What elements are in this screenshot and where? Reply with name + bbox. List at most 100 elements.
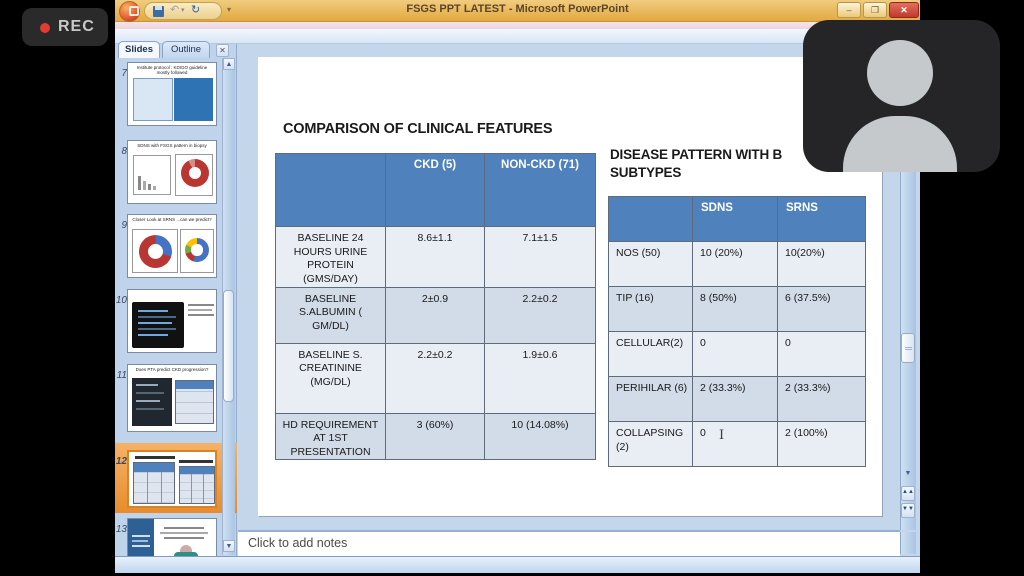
clinical-features-table[interactable]: CKD (5)NON-CKD (71)BASELINE 24 HOURS URI…	[275, 153, 596, 460]
slide-thumbnail-7[interactable]: Institute protocol : KDIGO guideline mos…	[127, 62, 217, 126]
mini-donut-frame	[132, 229, 178, 273]
data-cell: 10 (20%)	[693, 242, 778, 287]
slide-thumbnail-12-current[interactable]	[127, 450, 217, 508]
slides-panel: Slides Outline ✕ 7 Institute protocol : …	[115, 44, 237, 556]
mini-text-line	[164, 527, 204, 529]
title-bar[interactable]: FSGS PPT LATEST - Microsoft PowerPoint ↶…	[115, 0, 920, 22]
data-cell: 7.1±1.5	[485, 227, 596, 288]
mini-bar-chart	[133, 155, 171, 195]
column-header	[276, 154, 386, 227]
slide-title-clinical[interactable]: COMPARISON OF CLINICAL FEATURES	[283, 121, 552, 137]
data-cell: 6 (37.5%)	[778, 287, 866, 332]
data-cell: 2 (33.3%)	[778, 377, 866, 422]
recording-badge: REC	[22, 8, 108, 46]
next-slide-button[interactable]: ▼▼	[901, 503, 915, 518]
notes-scrollbar[interactable]	[900, 532, 916, 554]
editor-scrollbar-thumb[interactable]	[901, 333, 915, 363]
mini-title-line	[179, 460, 213, 463]
data-cell: 2 (100%)	[778, 422, 866, 467]
row-label: COLLAPSING (2)	[609, 422, 693, 467]
disease-pattern-table[interactable]: SDNSSRNS NOS (50)10 (20%)10(20%)TIP (16)8…	[608, 196, 866, 467]
person-silhouette-head	[867, 40, 933, 106]
close-button[interactable]: ✕	[889, 2, 919, 18]
column-header	[609, 197, 693, 242]
data-cell: 0	[693, 422, 778, 467]
customize-toolbar-icon[interactable]: ▾	[227, 5, 231, 14]
data-cell: 0	[693, 332, 778, 377]
mini-blue-table	[175, 380, 214, 424]
row-label: PERIHILAR (6)	[609, 377, 693, 422]
mini-table-left	[133, 78, 173, 121]
mini-donut-frame	[180, 229, 214, 273]
thumbnail-number: 13	[115, 524, 127, 535]
scroll-up-icon[interactable]: ▲	[223, 58, 235, 70]
redo-icon[interactable]: ↻	[191, 3, 200, 17]
webcam-overlay	[803, 20, 1000, 172]
mini-donut-frame	[175, 154, 213, 196]
restore-button[interactable]: ❐	[863, 2, 887, 18]
row-label: BASELINE S.ALBUMIN ( GM/DL)	[276, 287, 386, 343]
row-label: TIP (16)	[609, 287, 693, 332]
panel-close-icon[interactable]: ✕	[216, 44, 229, 57]
row-label: CELLULAR(2)	[609, 332, 693, 377]
table-row: BASELINE 24 HOURS URINE PROTEIN (GMS/DAY…	[276, 227, 596, 288]
thumbnail-title: Closer Look at SRNS ...can we predict?	[132, 217, 212, 222]
screen: FSGS PPT LATEST - Microsoft PowerPoint ↶…	[0, 0, 1024, 576]
status-bar: Slide 12 of 16 "Office Theme" English (I…	[115, 556, 920, 573]
thumbnails-scrollbar-thumb[interactable]	[223, 290, 234, 402]
person-silhouette-body	[843, 116, 957, 172]
data-cell: 1.9±0.6	[485, 343, 596, 413]
header-row: CKD (5)NON-CKD (71)	[276, 154, 596, 227]
table-row: COLLAPSING (2)02 (100%)	[609, 422, 866, 467]
undo-dropdown-icon[interactable]: ▾	[181, 6, 185, 14]
mini-title-line	[135, 456, 175, 459]
undo-icon[interactable]: ↶	[170, 3, 179, 17]
office-logo-icon	[129, 6, 139, 16]
thumbnail-title: SDNS with FSGS pattern in biopsy	[132, 143, 212, 148]
thumbnail-number: 9	[115, 220, 127, 231]
mini-text-line	[188, 304, 214, 306]
data-cell: 2.2±0.2	[386, 343, 485, 413]
window-title: FSGS PPT LATEST - Microsoft PowerPoint	[115, 3, 920, 15]
column-header: CKD (5)	[386, 154, 485, 227]
thumbnail-number: 8	[115, 146, 127, 157]
office-button[interactable]	[119, 1, 140, 22]
save-icon[interactable]	[153, 6, 164, 17]
slide-thumbnail-11[interactable]: Does PTA predict CKD progression?	[127, 364, 217, 432]
data-cell: 8.6±1.1	[386, 227, 485, 288]
thumbnail-title: Does PTA predict CKD progression?	[132, 367, 212, 372]
data-cell: 10 (14.08%)	[485, 413, 596, 460]
powerpoint-window: FSGS PPT LATEST - Microsoft PowerPoint ↶…	[115, 0, 920, 573]
scroll-down-icon[interactable]: ▼	[223, 540, 235, 552]
data-cell: 10(20%)	[778, 242, 866, 287]
data-cell: 3 (60%)	[386, 413, 485, 460]
mini-text-line	[160, 532, 208, 534]
tab-slides[interactable]: Slides	[118, 41, 160, 58]
table-row: HD REQUIREMENT AT 1ST PRESENTATION3 (60%…	[276, 413, 596, 460]
notes-placeholder[interactable]: Click to add notes	[248, 536, 347, 550]
tab-outline[interactable]: Outline	[162, 41, 210, 58]
mini-dark-panel	[132, 302, 184, 348]
slide-thumbnail-13[interactable]	[127, 518, 217, 556]
mini-table-pattern	[179, 466, 215, 504]
table-row: PERIHILAR (6)2 (33.3%)2 (33.3%)	[609, 377, 866, 422]
table-row: TIP (16)8 (50%)6 (37.5%)	[609, 287, 866, 332]
data-cell: 2±0.9	[386, 287, 485, 343]
slide-thumbnail-8[interactable]: SDNS with FSGS pattern in biopsy	[127, 140, 217, 204]
thumbnail-number: 10	[115, 295, 127, 306]
data-cell: 2 (33.3%)	[693, 377, 778, 422]
scroll-down-icon[interactable]: ▼	[902, 468, 914, 480]
column-header: SRNS	[778, 197, 866, 242]
mini-table-right	[174, 78, 213, 121]
slide-thumbnail-9[interactable]: Closer Look at SRNS ...can we predict?	[127, 214, 217, 278]
minimize-button[interactable]: –	[837, 2, 861, 18]
table-row: BASELINE S. CREATININE (MG/DL)2.2±0.21.9…	[276, 343, 596, 413]
thumbnail-title: Institute protocol : KDIGO guideline mos…	[132, 65, 212, 75]
table-row: BASELINE S.ALBUMIN ( GM/DL)2±0.92.2±0.2	[276, 287, 596, 343]
row-label: NOS (50)	[609, 242, 693, 287]
previous-slide-button[interactable]: ▲▲	[901, 486, 915, 501]
data-cell: 2.2±0.2	[485, 287, 596, 343]
record-dot-icon	[40, 23, 50, 33]
slide-thumbnail-10[interactable]	[127, 289, 217, 353]
column-header: SDNS	[693, 197, 778, 242]
